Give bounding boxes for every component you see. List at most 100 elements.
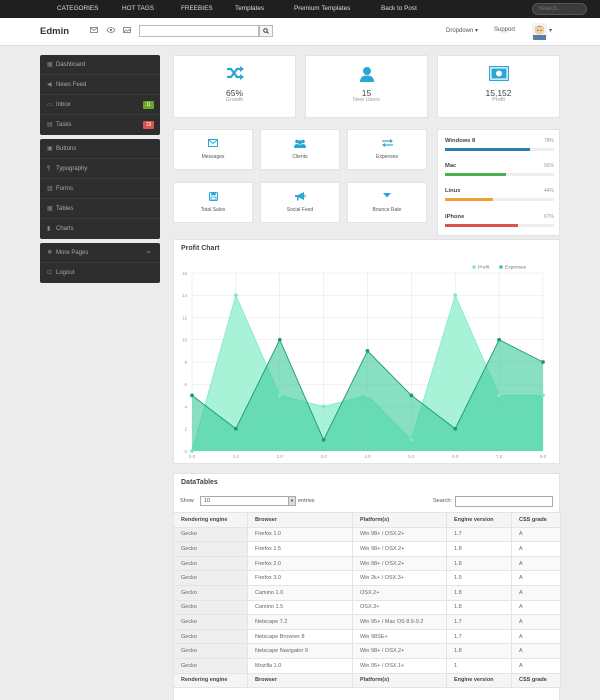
table-row[interactable]: Gecko Firefox 2.0 Win 98+ / OSX.2+ 1.8 A [173, 555, 561, 572]
header-search-input[interactable] [139, 25, 259, 37]
sidebar-item-news-feed[interactable]: ◀ News Feed [40, 75, 160, 95]
tile-bounce-rate[interactable]: Bounce Rate [347, 182, 427, 223]
top-nav-freebies[interactable]: FREEBIES [181, 0, 213, 18]
table-row[interactable]: Gecko Camino 1.5 OSX.3+ 1.8 A [173, 599, 561, 616]
column-header[interactable]: Platform(s) [352, 512, 447, 528]
progress-track [445, 148, 554, 151]
table-cell: A [511, 628, 561, 645]
legend-swatch [472, 265, 476, 269]
progress-track [445, 198, 554, 201]
data-point-expenses [409, 393, 414, 398]
top-nav-templates[interactable]: Templates [235, 0, 264, 18]
table-cell: Firefox 3.0 [247, 570, 353, 586]
sidebar-item-inbox[interactable]: ▭ Inbox 11 [40, 95, 160, 115]
sidebar-item-tasks[interactable]: ▤ Tasks 19 [40, 115, 160, 135]
save-icon [174, 192, 252, 203]
table-cell: Gecko [173, 584, 248, 601]
column-header[interactable]: Browser [247, 512, 353, 528]
top-nav-premium-templates[interactable]: Premium Templates [294, 0, 350, 18]
data-point-expenses [497, 337, 502, 342]
image-icon[interactable] [122, 27, 131, 36]
progress-track [445, 173, 554, 176]
progress-bar-fill [445, 173, 507, 176]
data-table: Rendering engine Browser Platform(s) Eng… [173, 512, 561, 689]
brand-logo[interactable]: Edmin [40, 26, 69, 37]
avatar-caret-icon[interactable]: ▾ [549, 27, 552, 34]
stat-card-growth[interactable]: 65% Growth [173, 55, 296, 118]
table-cell: OSX.3+ [352, 599, 447, 616]
tile-clients[interactable]: Clients [260, 129, 340, 170]
data-point-expenses [321, 437, 326, 442]
data-point-profit [277, 393, 282, 398]
table-row[interactable]: Gecko Firefox 1.5 Win 98+ / OSX.2+ 1.8 A [173, 541, 561, 557]
top-nav-bar: CATEGORIES HOT TAGS FREEBIES Templates P… [0, 0, 600, 18]
legend-label: Expenses [505, 265, 527, 271]
data-point-expenses [233, 426, 238, 431]
table-cell: Gecko [173, 541, 248, 557]
sidebar-item-typography[interactable]: ¶ Typography [40, 159, 160, 179]
sidebar-item-logout[interactable]: ⏻ Logout [40, 263, 160, 283]
tile-bounce-rate-label: Bounce Rate [372, 207, 402, 213]
table-row[interactable]: Gecko Netscape Navigator 9 Win 98+ / OSX.2… [173, 643, 561, 659]
table-cell: 1.7 [446, 614, 512, 630]
column-header[interactable]: CSS grade [511, 512, 561, 528]
stat-card-profit[interactable]: 15,152 Profit [437, 55, 560, 118]
eye-icon[interactable] [106, 27, 115, 36]
table-row[interactable]: Gecko Firefox 1.0 Win 98+ / OSX.2+ 1.7 A [173, 526, 561, 543]
y-tick-label: 6 [184, 382, 187, 387]
tile-total-sales-label: Total Sales [200, 207, 226, 213]
data-point-profit [453, 293, 458, 298]
tile-social-feed[interactable]: Social Feed [260, 182, 340, 223]
sort-down-icon [348, 192, 426, 200]
column-header[interactable]: Rendering engine [173, 512, 248, 528]
x-tick-label: 5.0 [408, 454, 415, 459]
sidebar-item-forms[interactable]: ▥ Forms [40, 179, 160, 199]
table-row[interactable]: Gecko Netscape Browser 8 Win 98SE+ 1.7 A [173, 628, 561, 645]
column-header[interactable]: Engine version [446, 512, 512, 528]
table-cell: Gecko [173, 570, 248, 586]
table-row[interactable]: Gecko Mozilla 1.0 Win 95+ / OSX.1+ 1 A [173, 657, 561, 674]
table-cell: 1.8 [446, 555, 512, 572]
table-row[interactable]: Gecko Camino 1.0 OSX.2+ 1.8 A [173, 584, 561, 601]
tile-expenses-label: Expenses [376, 154, 398, 160]
entries-per-page-select[interactable]: 10 ▼ [200, 496, 296, 506]
table-search-input[interactable] [455, 496, 553, 507]
tile-messages[interactable]: Messages [173, 129, 253, 170]
os-name: Mac [445, 163, 457, 169]
envelope-icon [174, 139, 252, 149]
bullhorn-icon [261, 192, 339, 203]
y-tick-label: 14 [182, 293, 188, 298]
top-nav-back-to-post[interactable]: Back to Post [381, 0, 417, 18]
sidebar-item-more-pages[interactable]: ❖ More Pages ⌄ [40, 243, 160, 263]
sidebar-item-charts[interactable]: ▮ Charts [40, 219, 160, 239]
table-cell: Gecko [173, 555, 248, 572]
profit-chart: 0 2 4 6 8 10 12 14 16 0.0 1.0 2.0 3.0 4.0 5.0 6.0 7.0 8.0… [182, 265, 547, 459]
table-cell: Firefox 1.0 [247, 526, 353, 543]
tile-expenses[interactable]: Expenses [347, 129, 427, 170]
sidebar-item-tables[interactable]: ▦ Tables [40, 199, 160, 219]
table-row[interactable]: Gecko Firefox 3.0 Win 2k+ / OSX.3+ 1.9 A [173, 570, 561, 586]
envelope-icon[interactable] [89, 27, 98, 36]
table-cell: Win 98SE+ [352, 628, 447, 645]
column-footer: Engine version [446, 672, 512, 689]
stat-growth-label: Growth [225, 97, 244, 103]
table-cell: 1.7 [446, 526, 512, 543]
avatar[interactable] [532, 23, 547, 40]
os-percent: 78% [543, 138, 554, 144]
table-row[interactable]: Gecko Netscape 7.2 Win 95+ / Mac OS 8.6-9.… [173, 614, 561, 630]
top-nav-categories[interactable]: CATEGORIES [57, 0, 98, 18]
table-cell: Firefox 1.5 [247, 541, 353, 557]
sidebar-item-dashboard[interactable]: ▦ Dashboard [40, 55, 160, 75]
header-search-button[interactable] [259, 25, 273, 37]
x-tick-label: 4.0 [364, 454, 371, 459]
header-support-link[interactable]: Support [494, 27, 515, 33]
top-nav-hot-tags[interactable]: HOT TAGS [122, 0, 154, 18]
header-dropdown[interactable]: Dropdown ▾ [446, 27, 478, 34]
top-search-input[interactable] [532, 3, 587, 15]
data-point-profit [190, 449, 194, 453]
tile-total-sales[interactable]: Total Sales [173, 182, 253, 223]
sidebar-item-buttons[interactable]: ▣ Buttons [40, 139, 160, 159]
stat-card-new-users[interactable]: 15 New Users [305, 55, 428, 118]
table-cell: A [511, 526, 561, 543]
os-row-mac: Mac 56% [445, 163, 554, 183]
